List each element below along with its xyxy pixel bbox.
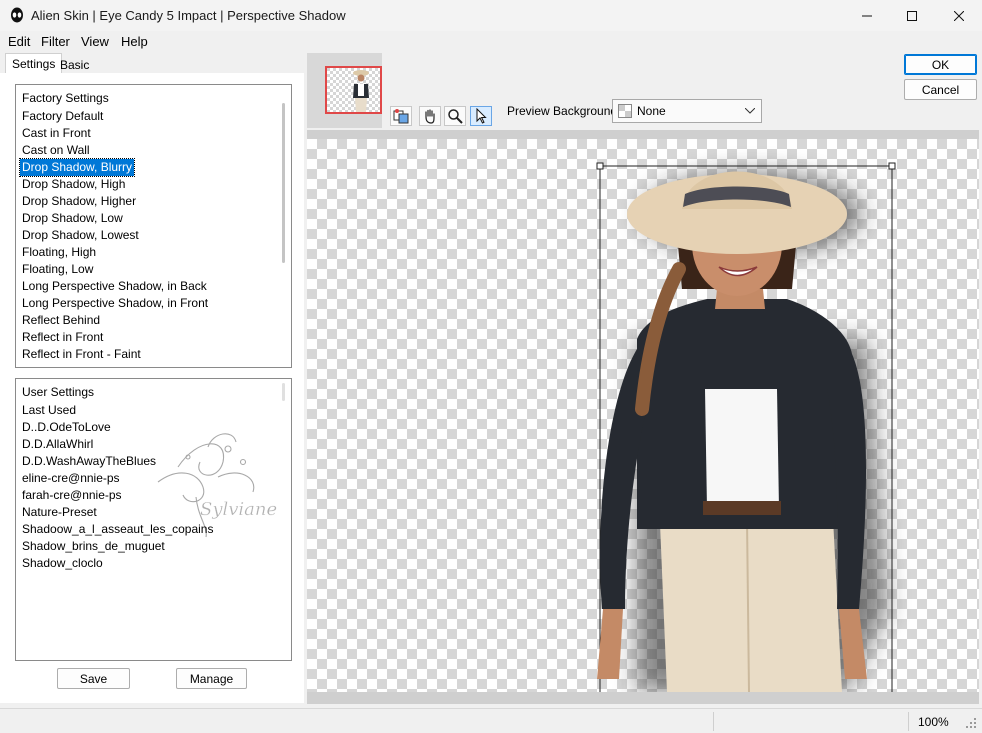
zoom-level: 100% (918, 715, 949, 729)
arrow-pointer-icon (476, 108, 487, 124)
save-button[interactable]: Save (57, 668, 130, 689)
ok-button[interactable]: OK (904, 54, 977, 75)
user-preset-eline-cre-nnie-ps[interactable]: eline-cre@nnie-ps (20, 470, 122, 487)
factory-preset-cast-on-wall[interactable]: Cast on Wall (20, 142, 92, 159)
menu-help[interactable]: Help (121, 34, 148, 49)
alien-head-icon (11, 7, 23, 23)
preview-background-label: Preview Background: (507, 104, 621, 118)
resize-grip-icon[interactable] (965, 717, 977, 729)
menu-filter[interactable]: Filter (41, 34, 70, 49)
factory-preset-floating-low[interactable]: Floating, Low (20, 261, 95, 278)
maximize-icon (907, 10, 917, 21)
user-preset-last-used[interactable]: Last Used (20, 402, 78, 419)
factory-preset-reflect-in-front-faint[interactable]: Reflect in Front - Faint (20, 346, 143, 363)
user-preset-shadow-cloclo[interactable]: Shadow_cloclo (20, 555, 105, 572)
factory-preset-drop-shadow-high[interactable]: Drop Shadow, High (20, 176, 127, 193)
minimize-icon (862, 15, 872, 16)
factory-preset-drop-shadow-lowest[interactable]: Drop Shadow, Lowest (20, 227, 141, 244)
minimize-button[interactable] (844, 0, 890, 31)
user-preset-shadoow-a-l-asseaut-les-copains[interactable]: Shadoow_a_l_asseaut_les_copains (20, 521, 215, 538)
factory-settings-heading: Factory Settings (22, 91, 109, 105)
navigator-thumbnail[interactable] (325, 66, 382, 114)
factory-preset-floating-high[interactable]: Floating, High (20, 244, 98, 261)
tab-basic[interactable]: Basic (54, 55, 95, 75)
close-button[interactable] (936, 0, 982, 31)
thumbnail-image (327, 68, 380, 112)
factory-preset-long-perspective-shadow-in-front[interactable]: Long Perspective Shadow, in Front (20, 295, 210, 312)
chevron-down-icon (745, 108, 755, 114)
preview-canvas[interactable] (307, 139, 979, 692)
zoom-tool-button[interactable] (444, 106, 466, 126)
status-divider (908, 712, 909, 731)
preview-image (596, 162, 896, 692)
preview-toggle-button[interactable] (390, 106, 412, 126)
hand-icon (425, 109, 435, 124)
user-preset-nature-preset[interactable]: Nature-Preset (20, 504, 99, 521)
status-divider (713, 712, 714, 731)
menu-edit[interactable]: Edit (8, 34, 30, 49)
settings-panel: Factory Settings Factory Default Cast in … (0, 73, 304, 703)
user-list-scrollbar[interactable] (282, 383, 285, 401)
manage-button[interactable]: Manage (176, 668, 247, 689)
preview-toggle-icon (393, 109, 409, 124)
pointer-tool-button[interactable] (470, 106, 492, 126)
user-preset-d-d-washawaytheblues[interactable]: D.D.WashAwayTheBlues (20, 453, 158, 470)
factory-list-scrollbar[interactable] (282, 103, 285, 263)
factory-preset-drop-shadow-higher[interactable]: Drop Shadow, Higher (20, 193, 138, 210)
status-bar: 100% (0, 708, 982, 733)
maximize-button[interactable] (889, 0, 935, 31)
preview-top-edge (307, 130, 979, 139)
factory-preset-cast-in-front[interactable]: Cast in Front (20, 125, 93, 142)
cancel-button[interactable]: Cancel (904, 79, 977, 100)
window-title: Alien Skin | Eye Candy 5 Impact | Perspe… (31, 8, 346, 23)
menu-bar: Edit Filter View Help (0, 31, 982, 51)
factory-settings-list[interactable]: Factory Settings Factory Default Cast in … (15, 84, 292, 368)
user-settings-heading: User Settings (22, 385, 95, 399)
factory-preset-factory-default[interactable]: Factory Default (20, 108, 105, 125)
factory-preset-drop-shadow-low[interactable]: Drop Shadow, Low (20, 210, 125, 227)
user-preset-d-d-odetolove[interactable]: D..D.OdeToLove (20, 419, 113, 436)
user-preset-farah-cre-nnie-ps[interactable]: farah-cre@nnie-ps (20, 487, 124, 504)
transparency-swatch-icon (618, 104, 632, 118)
factory-preset-drop-shadow-blurry[interactable]: Drop Shadow, Blurry (18, 158, 136, 177)
factory-preset-long-perspective-shadow-in-back[interactable]: Long Perspective Shadow, in Back (20, 278, 209, 295)
factory-preset-reflect-in-front[interactable]: Reflect in Front (20, 329, 105, 346)
preview-bottom-edge (307, 692, 979, 704)
title-bar: Alien Skin | Eye Candy 5 Impact | Perspe… (0, 0, 982, 31)
preview-background-select[interactable]: None (612, 99, 762, 123)
zoom-icon (448, 109, 463, 124)
hand-tool-button[interactable] (419, 106, 441, 126)
user-settings-list[interactable]: User Settings Sylviane Last Used D..D.Ode… (15, 378, 292, 661)
close-icon (954, 10, 964, 21)
preview-background-value: None (637, 104, 666, 118)
user-preset-shadow-brins-de-muguet[interactable]: Shadow_brins_de_muguet (20, 538, 167, 555)
menu-view[interactable]: View (81, 34, 109, 49)
factory-preset-reflect-behind[interactable]: Reflect Behind (20, 312, 102, 329)
user-preset-d-d-allawhirl[interactable]: D.D.AllaWhirl (20, 436, 95, 453)
watermark-signature: Sylviane (200, 499, 277, 520)
